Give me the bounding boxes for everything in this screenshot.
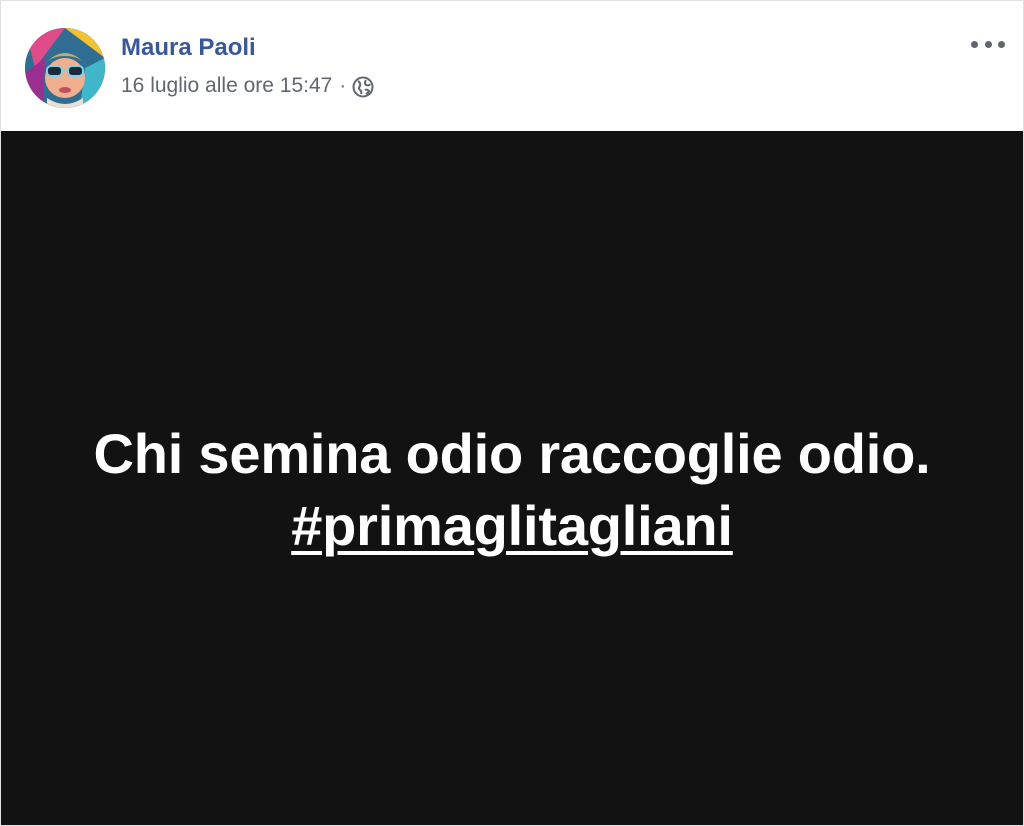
post-header: Maura Paoli 16 luglio alle ore 15:47 ·: [1, 1, 1023, 131]
post-text-line: Chi semina odio raccoglie odio.: [93, 422, 931, 485]
author-avatar[interactable]: [25, 28, 105, 108]
more-dot: [998, 40, 1005, 48]
more-dot: [984, 40, 992, 48]
hashtag-link[interactable]: #primaglitagliani: [291, 494, 733, 557]
meta-separator: ·: [339, 74, 346, 97]
avatar-image: [25, 28, 105, 108]
post-timestamp-link[interactable]: 16 luglio alle ore 15:47: [121, 74, 332, 98]
globe-icon[interactable]: [352, 76, 374, 98]
post-text-background: Chi semina odio raccoglie odio. #primagl…: [1, 131, 1023, 825]
facebook-post: Maura Paoli 16 luglio alle ore 15:47 · C…: [0, 0, 1024, 826]
more-dot: [971, 40, 978, 48]
more-options-icon[interactable]: [971, 31, 1005, 57]
post-body-text: Chi semina odio raccoglie odio. #primagl…: [1, 418, 1023, 562]
post-meta: 16 luglio alle ore 15:47 ·: [121, 74, 374, 98]
author-name-link[interactable]: Maura Paoli: [121, 34, 256, 62]
